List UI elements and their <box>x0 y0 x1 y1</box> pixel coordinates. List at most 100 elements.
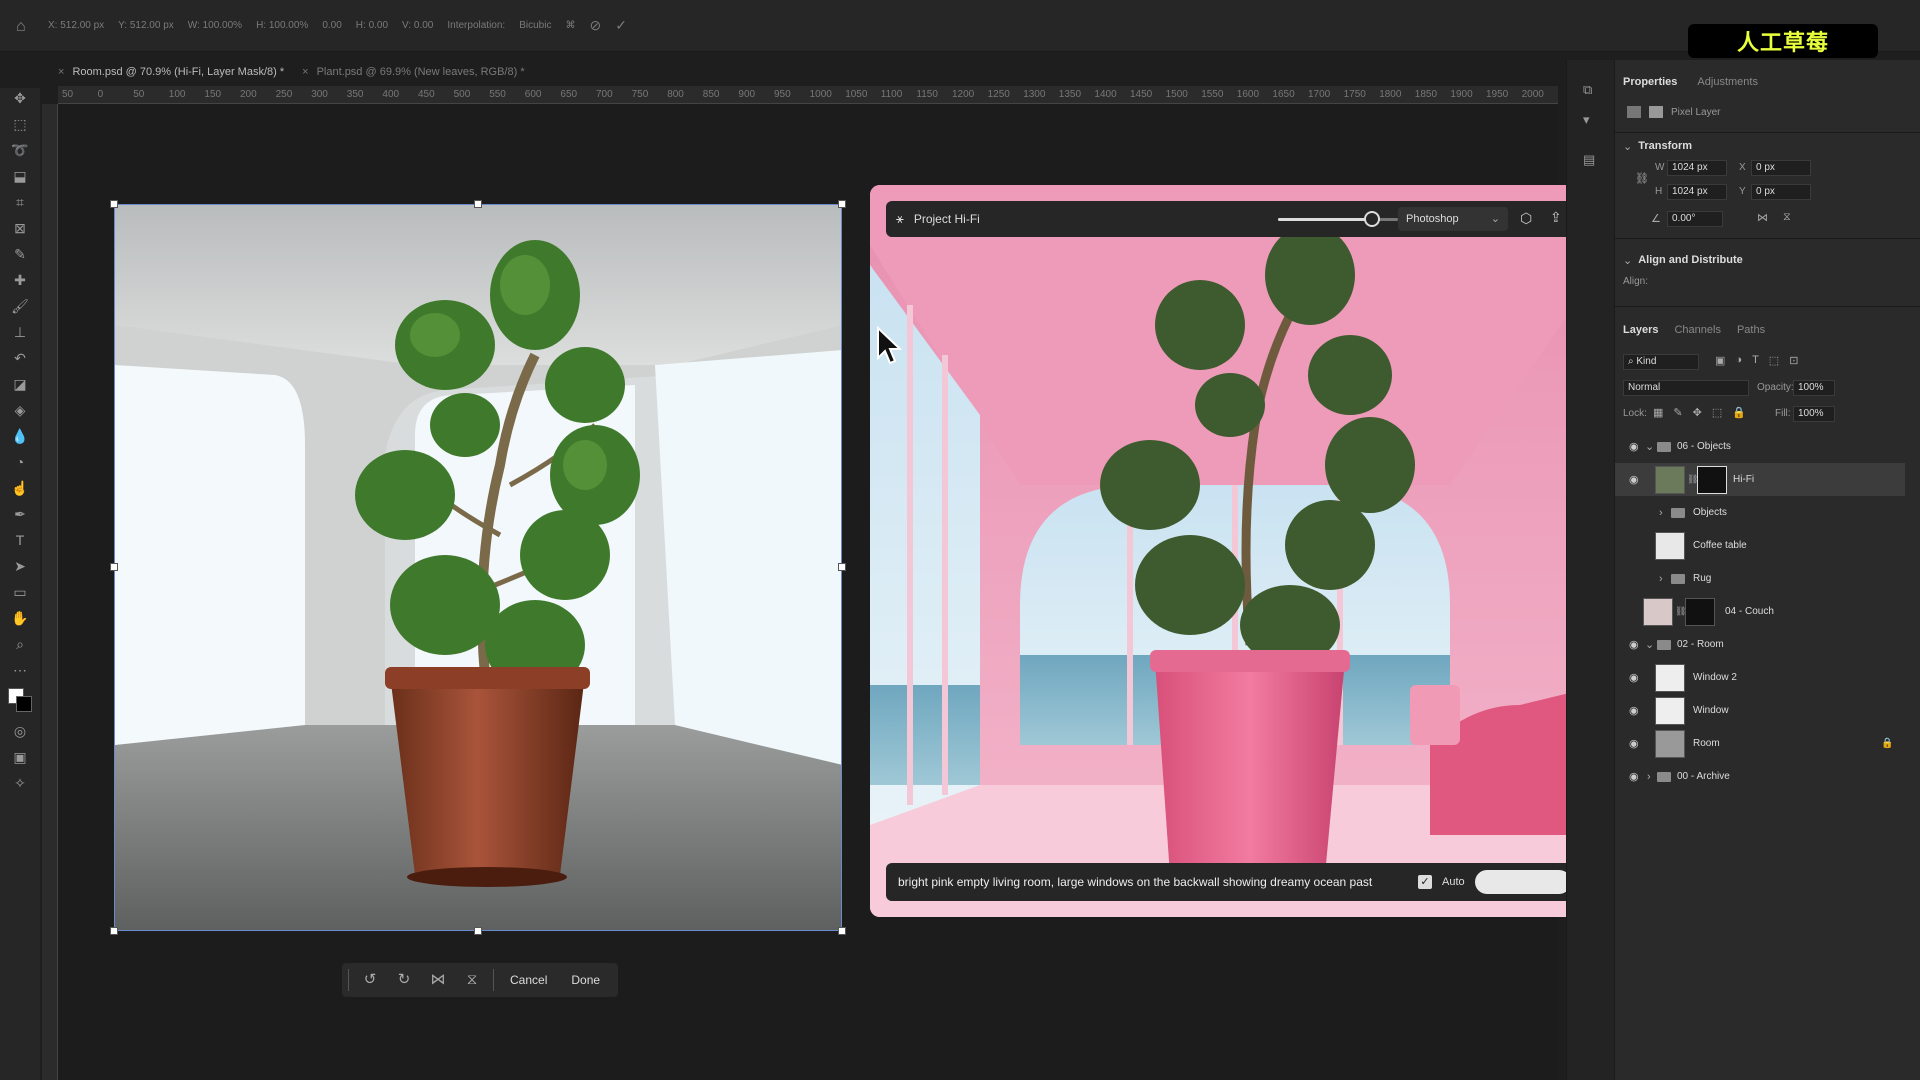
fill-tool-icon[interactable]: ◈ <box>11 402 29 419</box>
type-tool-icon[interactable]: T <box>11 532 29 549</box>
filter-kind-select[interactable]: ⌕ Kind <box>1623 354 1699 370</box>
layer-group-row[interactable]: › Rug <box>1615 562 1905 595</box>
transform-handle[interactable] <box>110 200 118 208</box>
done-button[interactable]: Done <box>563 969 608 991</box>
source-app-select[interactable]: Photoshop ⌄ <box>1398 207 1508 231</box>
lock-position-icon[interactable]: ✥ <box>1693 406 1702 419</box>
transform-handle[interactable] <box>474 200 482 208</box>
layer-row[interactable]: ◉ Room 🔒 <box>1615 727 1905 760</box>
visibility-eye-icon[interactable]: ◉ <box>1629 671 1639 684</box>
smudge-tool-icon[interactable]: ☝ <box>11 480 29 497</box>
mask-icon[interactable] <box>1649 106 1663 118</box>
lock-artboard-icon[interactable]: ⬚ <box>1712 406 1722 419</box>
quick-mask-icon[interactable]: ◎ <box>11 723 29 740</box>
flip-vertical-icon[interactable]: ⧖ <box>459 968 485 992</box>
flip-vertical-icon[interactable]: ⧖ <box>1783 211 1791 224</box>
dodge-tool-icon[interactable]: ◔ <box>11 454 29 471</box>
visibility-eye-icon[interactable]: ◉ <box>1629 440 1639 453</box>
type-filter-icon[interactable]: T <box>1752 354 1759 367</box>
creativity-slider[interactable] <box>1278 218 1398 221</box>
close-icon[interactable]: × <box>302 66 308 78</box>
flip-horizontal-icon[interactable]: ⋈ <box>425 968 451 992</box>
crop-tool-icon[interactable]: ⌗ <box>11 194 29 211</box>
tab-adjustments[interactable]: Adjustments <box>1697 76 1758 88</box>
tab-properties[interactable]: Properties <box>1623 76 1677 88</box>
rotate-right-icon[interactable]: ↻ <box>391 968 417 992</box>
comments-icon[interactable]: ▾ <box>1583 112 1590 128</box>
lasso-tool-icon[interactable]: ➰ <box>11 142 29 159</box>
layer-group-row[interactable]: › Objects <box>1615 496 1905 529</box>
generate-button[interactable] <box>1474 870 1571 894</box>
interpolation-select[interactable]: Bicubic <box>519 20 551 31</box>
blur-tool-icon[interactable]: 💧 <box>11 428 29 445</box>
visibility-eye-icon[interactable]: ◉ <box>1629 473 1639 486</box>
y-readout[interactable]: Y: 512.00 px <box>118 20 174 31</box>
layer-row[interactable]: Coffee table <box>1615 529 1905 562</box>
zoom-tool-icon[interactable]: ⌕ <box>11 636 29 653</box>
transform-handle[interactable] <box>838 563 846 571</box>
chevron-right-icon[interactable]: › <box>1659 573 1663 585</box>
layer-row[interactable]: ◉ Window <box>1615 694 1905 727</box>
y-field[interactable]: 0 px <box>1751 184 1811 200</box>
stamp-tool-icon[interactable]: ⊥ <box>11 324 29 341</box>
healing-tool-icon[interactable]: ✚ <box>11 272 29 289</box>
frame-tool-icon[interactable]: ⊠ <box>11 220 29 237</box>
layer-row[interactable]: ◉ Window 2 <box>1615 661 1905 694</box>
image-filter-icon[interactable]: ▣ <box>1715 354 1725 367</box>
x-field[interactable]: 0 px <box>1751 160 1811 176</box>
chevron-right-icon[interactable]: › <box>1659 507 1663 519</box>
slider-knob[interactable] <box>1364 211 1380 227</box>
width-readout[interactable]: W: 100.00% <box>188 20 242 31</box>
lock-all-icon[interactable]: 🔒 <box>1732 406 1746 419</box>
rectangle-tool-icon[interactable]: ▭ <box>11 584 29 601</box>
tab-channels[interactable]: Channels <box>1674 324 1720 336</box>
transform-handle[interactable] <box>110 563 118 571</box>
hskew-readout[interactable]: H: 0.00 <box>356 20 388 31</box>
angle-field[interactable]: 0.00° <box>1667 211 1723 227</box>
layer-row[interactable]: ◉ ⛓ Hi-Fi <box>1615 463 1905 496</box>
opacity-field[interactable]: 100% <box>1793 380 1835 396</box>
chevron-down-icon[interactable]: ⌄ <box>1645 440 1654 453</box>
adjustment-filter-icon[interactable]: ◑ <box>1735 354 1742 367</box>
x-readout[interactable]: X: 512.00 px <box>48 20 104 31</box>
shape-filter-icon[interactable]: ⬚ <box>1769 354 1779 367</box>
layer-group-row[interactable]: ◉ ⌄ 02 - Room <box>1615 628 1905 661</box>
tab-room[interactable]: × Room.psd @ 70.9% (Hi-Fi, Layer Mask/8) … <box>58 66 284 78</box>
warp-icon[interactable]: ⌘ <box>565 20 575 31</box>
smart-filter-icon[interactable]: ⊡ <box>1789 354 1798 367</box>
lock-icon[interactable]: 🔒 <box>1881 738 1893 749</box>
angle-readout[interactable]: 0.00 <box>322 20 341 31</box>
plant-layer-image[interactable] <box>114 204 842 931</box>
eraser-tool-icon[interactable]: ◪ <box>11 376 29 393</box>
color-swatches[interactable] <box>8 688 32 714</box>
history-brush-icon[interactable]: ↶ <box>11 350 29 367</box>
cancel-button[interactable]: Cancel <box>502 969 555 991</box>
generative-icon[interactable]: ✧ <box>11 775 29 792</box>
layer-mask-thumbnail[interactable] <box>1697 465 1727 494</box>
auto-checkbox[interactable]: ✓ <box>1418 875 1432 889</box>
object-select-tool-icon[interactable]: ⬓ <box>11 168 29 185</box>
lock-pixels-icon[interactable]: ▦ <box>1653 406 1663 419</box>
chevron-right-icon[interactable]: › <box>1647 771 1651 783</box>
link-icon[interactable]: ⛓ <box>1635 172 1649 185</box>
more-tools-icon[interactable]: ⋯ <box>11 662 29 679</box>
cancel-transform-icon[interactable]: ⊘ <box>589 17 601 34</box>
rotate-left-icon[interactable]: ↺ <box>357 968 383 992</box>
tab-paths[interactable]: Paths <box>1737 324 1765 336</box>
settings-hex-icon[interactable]: ⬡ <box>1520 210 1532 227</box>
height-field[interactable]: 1024 px <box>1667 184 1727 200</box>
transform-handle[interactable] <box>838 927 846 935</box>
chevron-down-icon[interactable]: ⌄ <box>1623 140 1632 153</box>
close-icon[interactable]: × <box>58 66 64 78</box>
path-select-tool-icon[interactable]: ➤ <box>11 558 29 575</box>
tab-layers[interactable]: Layers <box>1623 324 1658 336</box>
hand-tool-icon[interactable]: ✋ <box>11 610 29 627</box>
width-field[interactable]: 1024 px <box>1667 160 1727 176</box>
move-tool-icon[interactable]: ✥ <box>11 90 29 107</box>
fill-field[interactable]: 100% <box>1793 406 1835 422</box>
screen-mode-icon[interactable]: ▣ <box>11 749 29 766</box>
layer-row[interactable]: ⛓ 04 - Couch <box>1615 595 1905 628</box>
libraries-icon[interactable]: ▤ <box>1583 152 1595 168</box>
transform-handle[interactable] <box>838 200 846 208</box>
history-icon[interactable]: ⧉ <box>1583 82 1592 98</box>
